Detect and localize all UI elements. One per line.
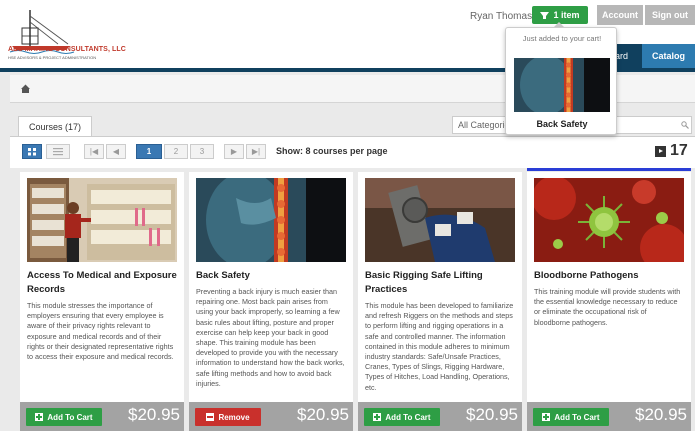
tab-courses[interactable]: Courses (17) (18, 116, 92, 136)
course-image[interactable] (534, 178, 684, 262)
search-icon[interactable] (681, 121, 689, 129)
course-count-value: 17 (670, 142, 688, 159)
remove-label: Remove (218, 412, 250, 422)
cart-icon (540, 12, 550, 19)
minus-icon (206, 413, 215, 421)
course-title[interactable]: Bloodborne Pathogens (534, 269, 686, 283)
grid-view-icon[interactable] (22, 144, 42, 159)
course-title[interactable]: Back Safety (196, 269, 348, 283)
add-to-cart-label: Add To Cart (385, 412, 431, 422)
course-card[interactable]: Back Safety Preventing a back injury is … (189, 172, 353, 431)
course-title[interactable]: Basic Rigging Safe Lifting Practices (365, 269, 517, 297)
course-count: 17 (655, 142, 688, 160)
page-1[interactable]: 1 (136, 144, 162, 159)
course-price: $20.95 (128, 405, 180, 424)
first-page-icon[interactable]: |◀ (84, 144, 104, 159)
list-view-icon[interactable] (46, 144, 70, 159)
next-page-icon[interactable]: ▶ (224, 144, 244, 159)
course-card[interactable]: Basic Rigging Safe Lifting Practices Thi… (358, 172, 522, 431)
last-page-icon[interactable]: ▶| (246, 144, 266, 159)
course-description: This module has been developed to famili… (365, 301, 514, 392)
card-footer: Add To Cart $20.95 (358, 402, 522, 431)
card-footer: Remove $20.95 (189, 402, 353, 431)
remove-from-cart-button[interactable]: Remove (195, 408, 261, 426)
course-description: This training module will provide studen… (534, 287, 681, 327)
plus-icon (542, 413, 551, 421)
popup-course-image[interactable] (514, 58, 610, 112)
add-to-cart-button[interactable]: Add To Cart (364, 408, 440, 426)
page-2[interactable]: 2 (164, 144, 188, 159)
course-price: $20.95 (297, 405, 349, 424)
page-size-selector[interactable]: Show: 8 courses per page (276, 146, 388, 156)
home-icon[interactable] (20, 83, 31, 94)
add-to-cart-button[interactable]: Add To Cart (533, 408, 609, 426)
add-to-cart-label: Add To Cart (47, 412, 93, 422)
course-count-icon (655, 145, 666, 157)
page-3[interactable]: 3 (190, 144, 214, 159)
company-name: AES MARINE CONSULTANTS, LLC (8, 46, 126, 53)
course-description: This module stresses the importance of e… (27, 301, 174, 362)
account-button[interactable]: Account (597, 5, 643, 25)
plus-icon (35, 413, 44, 421)
course-card[interactable]: Access To Medical and Exposure Records T… (20, 172, 184, 431)
add-to-cart-button[interactable]: Add To Cart (26, 408, 102, 426)
add-to-cart-label: Add To Cart (554, 412, 600, 422)
course-image[interactable] (27, 178, 177, 262)
user-name: Ryan Thomas (470, 11, 533, 22)
course-description: Preventing a back injury is much easier … (196, 287, 345, 388)
cart-count: 1 item (553, 10, 580, 20)
company-tagline: HSE ADVISORS & PROJECT ADMINISTRATION (8, 55, 97, 60)
card-highlight-bar (527, 168, 691, 171)
course-card[interactable]: Bloodborne Pathogens This training modul… (527, 172, 691, 431)
course-image[interactable] (196, 178, 346, 262)
course-price: $20.95 (466, 405, 518, 424)
nav-catalog[interactable]: Catalog (642, 44, 695, 68)
cart-popup: Just added to your cart! Back Safety (505, 27, 617, 135)
course-image[interactable] (365, 178, 515, 262)
plus-icon (373, 413, 382, 421)
popup-message: Just added to your cart! (522, 34, 602, 43)
card-footer: Add To Cart $20.95 (20, 402, 184, 431)
course-title[interactable]: Access To Medical and Exposure Records (27, 269, 179, 297)
prev-page-icon[interactable]: ◀ (106, 144, 126, 159)
popup-course-title[interactable]: Back Safety (506, 119, 618, 129)
signout-button[interactable]: Sign out (645, 5, 695, 25)
card-footer: Add To Cart $20.95 (527, 402, 691, 431)
course-price: $20.95 (635, 405, 687, 424)
